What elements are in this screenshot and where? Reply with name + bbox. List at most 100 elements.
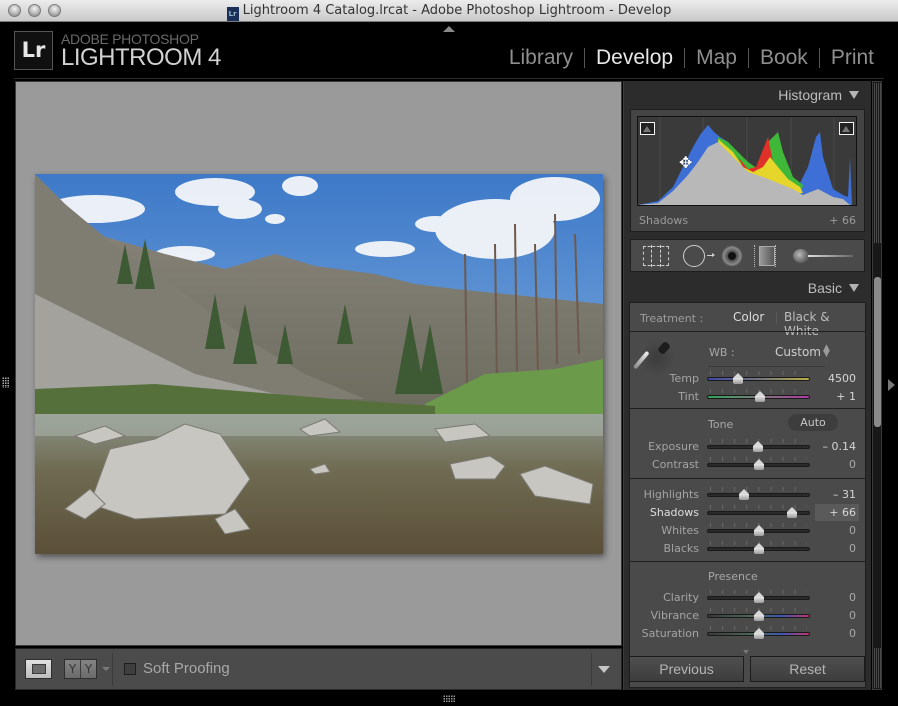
previous-button[interactable]: Previous [629,656,744,682]
temp-slider-thumb[interactable] [733,373,743,384]
tint-slider-thumb[interactable] [754,391,765,402]
header-divider [14,78,884,79]
clarity-slider-thumb[interactable] [754,592,764,603]
slider-row-shadows: Shadows + 66 [630,504,865,522]
slider-value[interactable]: + 1 [836,390,856,403]
left-panel-toggle-icon[interactable] [2,377,9,388]
crop-overlay-icon[interactable] [643,245,669,267]
highlight-clipping-toggle[interactable] [839,122,854,135]
histogram-chart [638,117,852,205]
shadow-clipping-toggle[interactable] [640,122,655,135]
soft-proofing-checkbox[interactable] [124,663,136,675]
toolbar-options-menu-icon[interactable] [598,666,610,673]
top-panel-toggle-icon[interactable] [443,26,455,32]
basic-panel: Treatment : Color Black & White WB : Cus… [629,302,866,688]
slider-value[interactable]: 0 [849,458,856,471]
module-print[interactable]: Print [831,46,874,70]
module-library[interactable]: Library [509,46,573,70]
slider-label: Whites [661,524,699,537]
module-separator [584,48,586,68]
histogram-hover-value: + 66 [829,214,856,227]
right-panel-scrollbar[interactable] [872,81,882,690]
module-picker: Library Develop Map Book Print [509,46,874,70]
slider-row-highlights: Highlights – 31 [630,486,865,504]
slider-row-clarity: Clarity 0 [630,589,865,607]
adjustment-brush-icon[interactable] [791,246,853,266]
module-book[interactable]: Book [760,46,808,70]
module-separator [747,48,749,68]
panel-end-marker-icon [743,650,749,654]
graduated-filter-icon[interactable] [754,245,776,267]
slider-label: Vibrance [650,609,699,622]
reset-button[interactable]: Reset [750,656,865,682]
before-after-dropdown-icon[interactable] [102,667,110,671]
blacks-slider-thumb[interactable] [754,543,764,554]
spot-removal-arrow-icon [707,253,715,257]
slider-value[interactable]: 0 [849,609,856,622]
bottom-panel-toggle-icon[interactable] [443,695,455,703]
histogram-panel-header[interactable]: Histogram [778,87,859,103]
move-cursor-icon: ✥ [679,153,693,172]
slider-value[interactable]: 0 [849,542,856,555]
slider-row-saturation: Saturation 0 [630,625,865,643]
lightroom-document-icon: Lr [226,7,239,21]
loupe-view-button[interactable] [25,659,52,679]
saturation-slider-thumb[interactable] [754,628,764,639]
exposure-slider-thumb[interactable] [753,441,763,452]
brand-line2: LIGHTROOM 4 [61,44,221,71]
whites-slider-thumb[interactable] [754,525,764,536]
vibrance-slider-thumb[interactable] [754,610,764,621]
temp-slider-track[interactable] [707,377,810,381]
right-panel-toggle-icon[interactable] [888,379,895,391]
slider-value[interactable]: + 66 [815,504,859,521]
presence-section-label: Presence [708,570,758,583]
histogram-title: Histogram [778,87,842,103]
highlights-slider-thumb[interactable] [738,489,749,500]
slider-value[interactable]: 4500 [828,372,856,385]
red-eye-correction-icon[interactable] [721,245,743,267]
treatment-separator [776,312,777,324]
auto-tone-button[interactable]: Auto [788,414,838,431]
histogram-hover-label: Shadows [639,214,689,227]
treatment-label: Treatment : [640,312,704,325]
select-updown-icon[interactable]: ▲ ▼ [823,344,830,359]
tone-section-label: Tone [708,418,734,431]
slider-value[interactable]: – 0.14 [823,440,857,453]
treatment-bw-option[interactable]: Black & White [784,310,865,338]
before-view-icon: Y [65,660,81,678]
slider-value[interactable]: 0 [849,524,856,537]
bottom-toolbar: Y Y Soft Proofing [15,648,622,690]
slider-value[interactable]: 0 [849,627,856,640]
slider-row-blacks: Blacks 0 [630,540,865,558]
slider-label: Shadows [649,506,699,519]
toolbar-separator [112,653,113,686]
module-develop[interactable]: Develop [596,46,673,70]
shadows-slider-thumb[interactable] [787,507,797,518]
tool-strip [630,239,865,272]
section-divider [630,331,865,332]
basic-panel-header[interactable]: Basic [808,280,859,296]
slider-row-vibrance: Vibrance 0 [630,607,865,625]
slider-value[interactable]: 0 [849,591,856,604]
after-view-icon: Y [84,662,93,676]
highlights-slider-track[interactable] [707,493,810,497]
collapse-triangle-icon [849,91,859,99]
slider-value[interactable]: – 31 [833,488,856,501]
module-separator [684,48,686,68]
histogram-graph[interactable]: ✥ [637,116,857,206]
wb-preset-select[interactable]: Custom [775,345,821,359]
before-after-button[interactable]: Y Y [64,659,97,679]
lightroom-logo: Lr [14,31,53,70]
slider-label: Clarity [663,591,699,604]
slider-row-exposure: Exposure – 0.14 [630,438,865,456]
contrast-slider-thumb[interactable] [754,459,764,470]
module-map[interactable]: Map [696,46,737,70]
treatment-color-option[interactable]: Color [733,310,764,324]
scrollbar-grip-top [874,83,881,243]
spot-removal-icon[interactable] [683,245,705,267]
photo-preview[interactable] [35,174,603,554]
slider-row-contrast: Contrast 0 [630,456,865,474]
toolbar-separator [591,653,592,686]
soft-proofing-label[interactable]: Soft Proofing [143,660,230,677]
scrollbar-thumb[interactable] [874,277,881,427]
